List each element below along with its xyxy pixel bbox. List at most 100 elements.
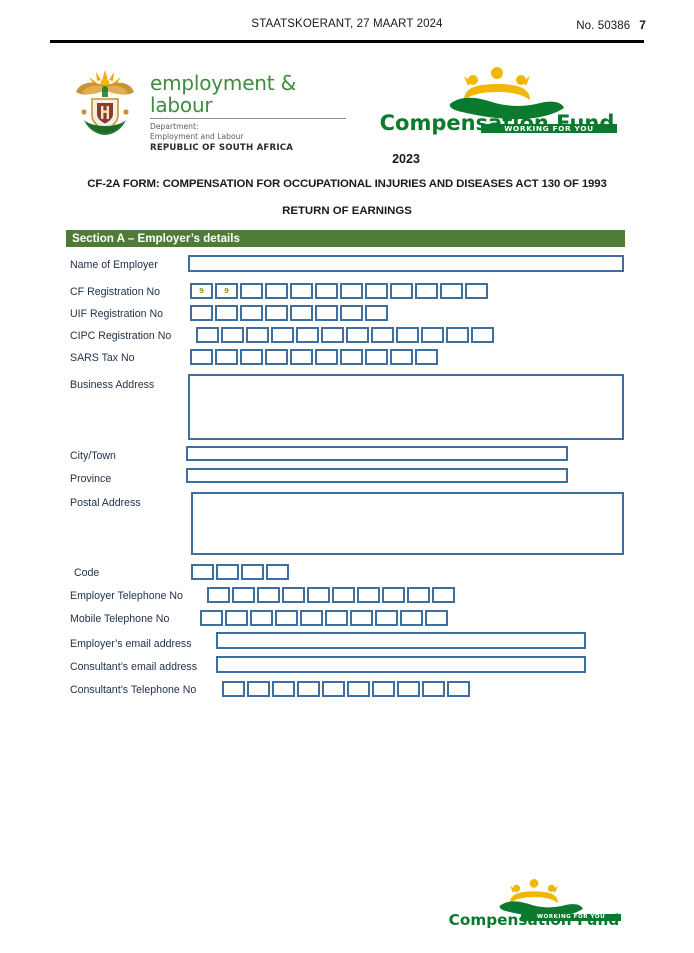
label-city-town: City/Town [70,450,116,462]
employer-tel-cell[interactable] [432,587,455,603]
cf-cell[interactable] [315,283,338,299]
cells-cipc-registration-no[interactable] [196,327,494,343]
code-cell[interactable] [216,564,239,580]
uif-cell[interactable] [340,305,363,321]
sars-cell[interactable] [215,349,238,365]
cipc-cell[interactable] [221,327,244,343]
input-city-town[interactable] [186,446,568,461]
input-consultant-email-address[interactable] [216,656,586,673]
employer-tel-cell[interactable] [307,587,330,603]
employer-tel-cell[interactable] [357,587,380,603]
employer-tel-cell[interactable] [382,587,405,603]
cf-cell[interactable] [240,283,263,299]
mobile-tel-cell[interactable] [400,610,423,626]
cf-cell[interactable] [415,283,438,299]
sars-cell[interactable] [415,349,438,365]
sars-cell[interactable] [190,349,213,365]
mobile-tel-cell[interactable] [325,610,348,626]
cells-uif-registration-no[interactable] [190,305,388,321]
code-cell[interactable] [266,564,289,580]
sars-cell[interactable] [315,349,338,365]
uif-cell[interactable] [315,305,338,321]
uif-cell[interactable] [190,305,213,321]
cells-code[interactable] [191,564,289,580]
code-cell[interactable] [241,564,264,580]
input-name-of-employer[interactable] [188,255,624,272]
sars-cell[interactable] [240,349,263,365]
consultant-tel-cell[interactable] [372,681,395,697]
consultant-tel-cell[interactable] [397,681,420,697]
cipc-cell[interactable] [346,327,369,343]
uif-cell[interactable] [265,305,288,321]
mobile-tel-cell[interactable] [425,610,448,626]
page-number: 7 [639,18,646,32]
mobile-tel-cell[interactable] [250,610,273,626]
uif-cell[interactable] [240,305,263,321]
employer-tel-cell[interactable] [207,587,230,603]
cipc-cell[interactable] [196,327,219,343]
cipc-cell[interactable] [296,327,319,343]
employer-tel-cell[interactable] [282,587,305,603]
cf-cell[interactable] [365,283,388,299]
consultant-tel-cell[interactable] [247,681,270,697]
cells-cf-registration-no[interactable]: 9 9 [190,283,488,299]
consultant-tel-cell[interactable] [322,681,345,697]
uif-cell[interactable] [215,305,238,321]
uif-cell[interactable] [290,305,313,321]
input-business-address[interactable] [188,374,624,440]
cipc-cell[interactable] [321,327,344,343]
uif-cell[interactable] [365,305,388,321]
sars-cell[interactable] [365,349,388,365]
employer-tel-cell[interactable] [332,587,355,603]
cipc-cell[interactable] [446,327,469,343]
label-employer-telephone-no: Employer Telephone No [70,590,183,602]
cipc-cell[interactable] [421,327,444,343]
cf-cell[interactable]: 9 [190,283,213,299]
employer-tel-cell[interactable] [232,587,255,603]
cells-sars-tax-no[interactable] [190,349,438,365]
consultant-tel-cell[interactable] [447,681,470,697]
south-african-coat-of-arms-icon [75,70,135,135]
sars-cell[interactable] [265,349,288,365]
compensation-fund-tagline: WORKING FOR YOU [504,124,594,133]
cells-consultant-telephone-no[interactable] [222,681,470,697]
issue-label: No. 50386 [576,20,631,32]
employer-tel-cell[interactable] [407,587,430,603]
consultant-tel-cell[interactable] [422,681,445,697]
cf-cell[interactable]: 9 [215,283,238,299]
employer-tel-cell[interactable] [257,587,280,603]
input-province[interactable] [186,468,568,483]
cipc-cell[interactable] [471,327,494,343]
input-employer-email-address[interactable] [216,632,586,649]
cipc-cell[interactable] [246,327,269,343]
cf-cell[interactable] [290,283,313,299]
sars-cell[interactable] [390,349,413,365]
mobile-tel-cell[interactable] [225,610,248,626]
cells-employer-telephone-no[interactable] [207,587,455,603]
mobile-tel-cell[interactable] [350,610,373,626]
input-postal-address[interactable] [191,492,624,555]
consultant-tel-cell[interactable] [347,681,370,697]
mobile-tel-cell[interactable] [300,610,323,626]
mobile-tel-cell[interactable] [200,610,223,626]
mobile-tel-cell[interactable] [275,610,298,626]
cells-mobile-telephone-no[interactable] [200,610,448,626]
consultant-tel-cell[interactable] [272,681,295,697]
cf-cell[interactable] [440,283,463,299]
code-cell[interactable] [191,564,214,580]
consultant-tel-cell[interactable] [297,681,320,697]
issue-number: No. 50386 7 [576,18,646,32]
sars-cell[interactable] [290,349,313,365]
cipc-cell[interactable] [396,327,419,343]
consultant-tel-cell[interactable] [222,681,245,697]
department-rule [150,118,346,119]
cf-cell[interactable] [340,283,363,299]
mobile-tel-cell[interactable] [375,610,398,626]
cf-cell[interactable] [390,283,413,299]
cipc-cell[interactable] [371,327,394,343]
sars-cell[interactable] [340,349,363,365]
cf-cell[interactable] [265,283,288,299]
header-rule [50,40,644,43]
cf-cell[interactable] [465,283,488,299]
cipc-cell[interactable] [271,327,294,343]
